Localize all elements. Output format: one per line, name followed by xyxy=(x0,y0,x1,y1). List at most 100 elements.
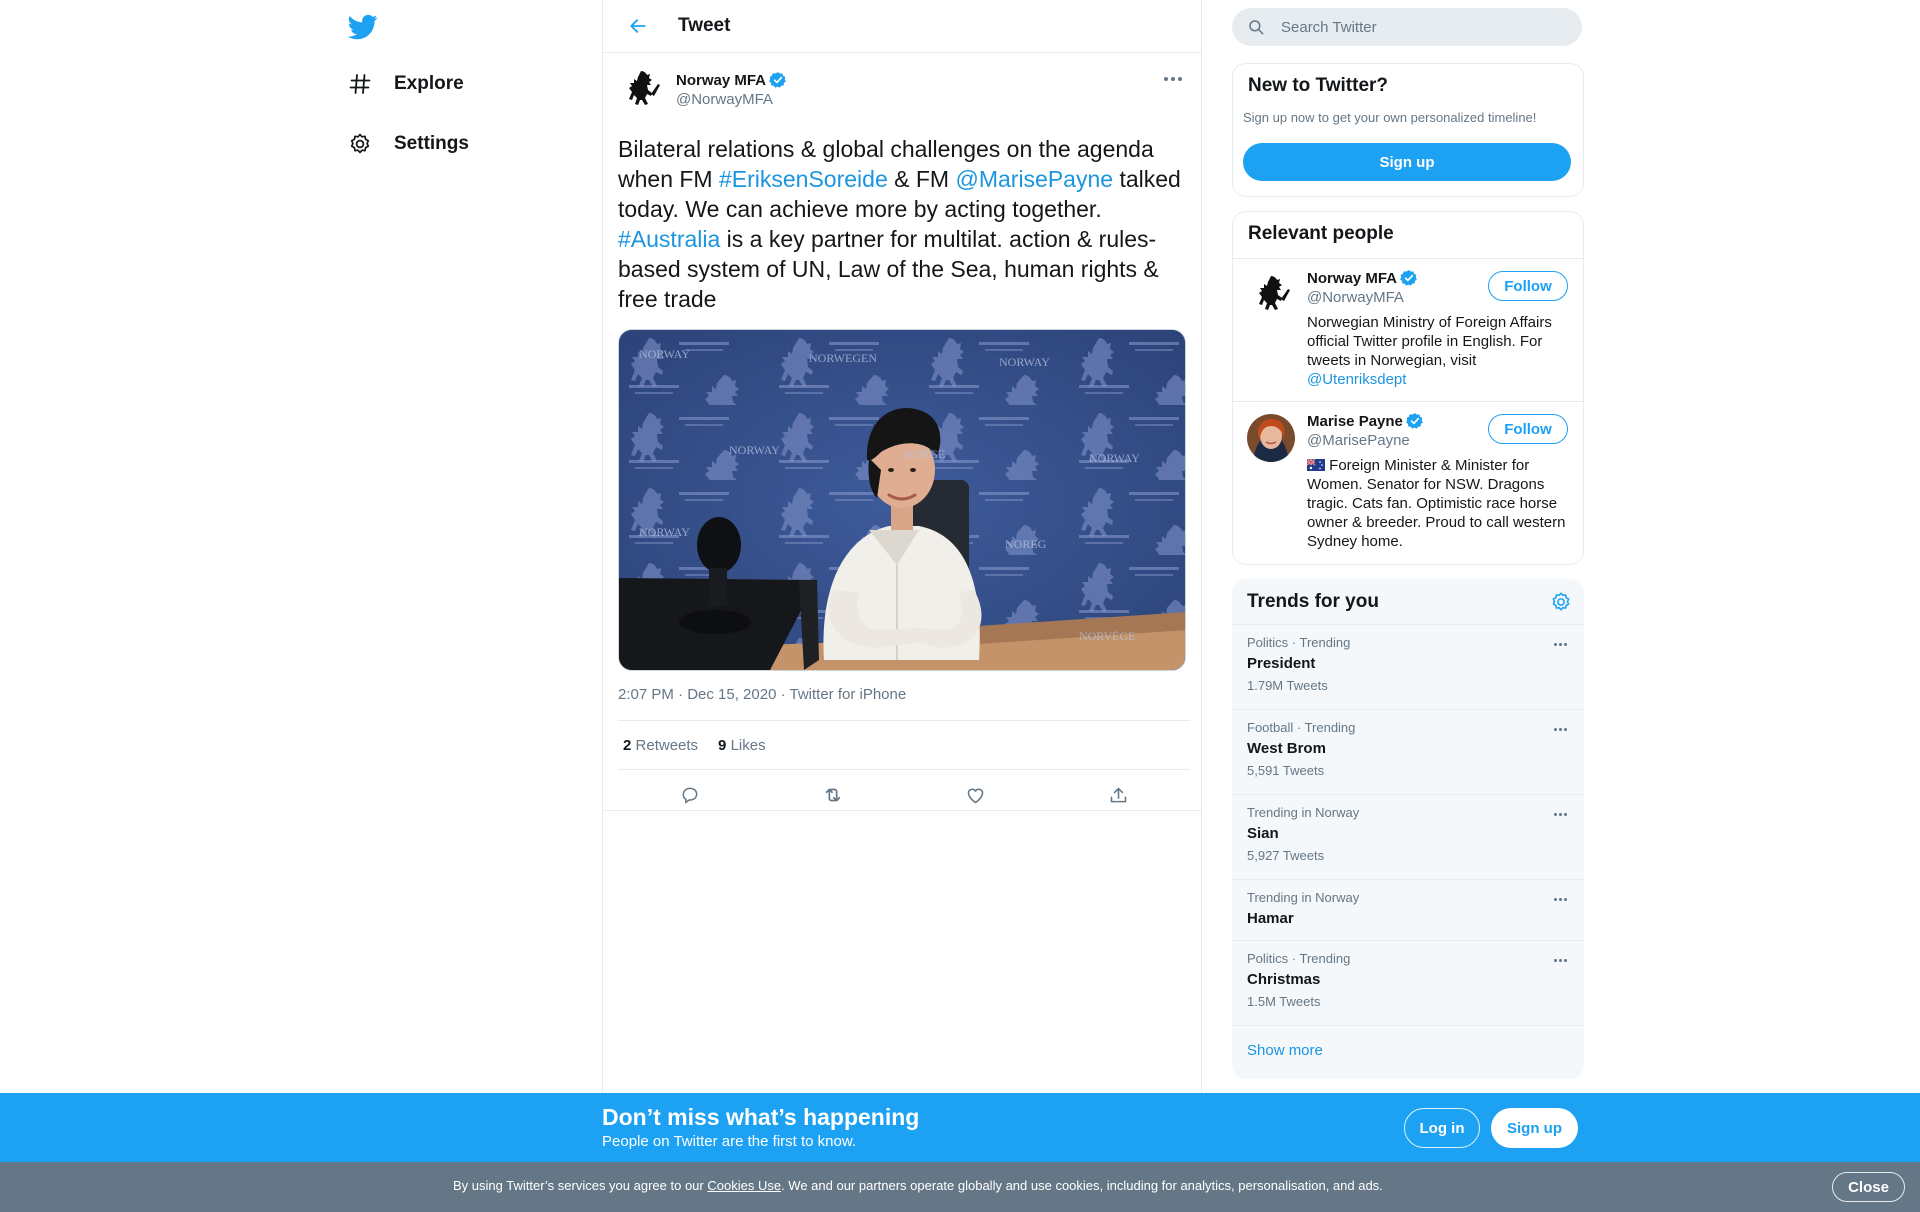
twitter-logo-icon[interactable] xyxy=(347,12,378,42)
gear-icon[interactable] xyxy=(1550,591,1572,613)
nav-settings-label: Settings xyxy=(394,133,469,154)
share-icon[interactable] xyxy=(1047,785,1190,806)
retweet-icon[interactable] xyxy=(761,784,904,806)
like-heart-icon[interactable] xyxy=(904,785,1047,806)
tweet-header: Tweet xyxy=(603,0,1201,53)
verified-badge-icon xyxy=(769,72,786,88)
nav-explore[interactable]: Explore xyxy=(346,64,464,104)
more-options-icon[interactable] xyxy=(1551,724,1569,734)
tweet-author-name[interactable]: Norway MFA xyxy=(676,72,766,89)
person-bio: Foreign Minister & Minister for Women. S… xyxy=(1306,456,1571,551)
retweets-count: 2 xyxy=(623,736,632,754)
trends-card: Trends for you Politics · Trending Presi… xyxy=(1232,579,1584,1079)
relevant-people-card: Relevant people Norway MFA @NorwayMFA No… xyxy=(1232,211,1584,565)
trend-name: Sian xyxy=(1247,825,1279,842)
person-card[interactable]: Marise Payne @MarisePayne Foreign Minist… xyxy=(1233,402,1583,561)
person-bio-text: Norwegian Ministry of Foreign Affairs of… xyxy=(1307,314,1552,369)
cookie-text: By using Twitter’s services you agree to… xyxy=(453,1178,1383,1193)
likes-label: Likes xyxy=(730,736,766,754)
person-bio: Norwegian Ministry of Foreign Affairs of… xyxy=(1307,313,1571,389)
hashtag-link[interactable]: #Australia xyxy=(618,226,720,252)
more-options-icon[interactable] xyxy=(1551,639,1569,649)
gear-icon xyxy=(346,130,374,158)
new-to-twitter-card: New to Twitter? Sign up now to get your … xyxy=(1232,63,1584,197)
trends-title: Trends for you xyxy=(1247,591,1379,612)
svg-text:NOREG: NOREG xyxy=(1005,537,1047,551)
likes-stat[interactable]: 9 Likes xyxy=(718,737,766,754)
australia-flag-icon xyxy=(1306,458,1325,471)
norway-lion-avatar[interactable] xyxy=(618,67,664,113)
tweet-photo-illustration: NORWAY NORWEGEN NORWAY NORWAY NORGE NORW… xyxy=(619,330,1185,670)
cookie-text-before: By using Twitter’s services you agree to… xyxy=(453,1178,708,1193)
search-bar[interactable] xyxy=(1232,8,1582,46)
retweets-stat[interactable]: 2 Retweets xyxy=(623,737,698,754)
hashtag-link[interactable]: #EriksenSoreide xyxy=(719,166,888,192)
close-button[interactable]: Close xyxy=(1832,1172,1905,1202)
login-button[interactable]: Log in xyxy=(1404,1108,1480,1148)
tweet-text: Bilateral relations & global challenges … xyxy=(618,134,1193,314)
signup-button[interactable]: Sign up xyxy=(1243,143,1571,181)
person-name[interactable]: Norway MFA xyxy=(1307,270,1397,287)
nav-settings[interactable]: Settings xyxy=(346,124,469,164)
more-options-icon[interactable] xyxy=(1551,894,1569,904)
tweet-time[interactable]: 2:07 PM · Dec 15, 2020 · xyxy=(618,686,789,703)
trend-name: Christmas xyxy=(1247,971,1321,988)
banner-title: Don’t miss what’s happening xyxy=(602,1104,920,1130)
mention-link[interactable]: @MarisePayne xyxy=(955,166,1113,192)
svg-text:NORWEGEN: NORWEGEN xyxy=(809,351,877,365)
trend-item[interactable]: Politics · Trending Christmas 1.5M Tweet… xyxy=(1232,941,1584,1026)
trend-context: Trending in Norway xyxy=(1247,805,1360,820)
nav-explore-label: Explore xyxy=(394,73,464,94)
cookie-text-after: . We and our partners operate globally a… xyxy=(781,1178,1383,1193)
trend-context: Trending in Norway xyxy=(1247,890,1360,905)
cookies-use-link[interactable]: Cookies Use xyxy=(707,1178,781,1193)
reply-icon[interactable] xyxy=(618,785,761,805)
back-arrow-icon[interactable] xyxy=(623,11,653,41)
tweet-author-handle[interactable]: @NorwayMFA xyxy=(676,91,787,108)
banner-subtitle: People on Twitter are the first to know. xyxy=(602,1133,857,1150)
tweet-actions xyxy=(618,770,1190,820)
svg-text:NORWAY: NORWAY xyxy=(639,525,690,539)
likes-count: 9 xyxy=(718,736,727,754)
more-options-icon[interactable] xyxy=(1551,955,1569,965)
trend-count: 5,927 Tweets xyxy=(1247,848,1325,863)
trend-item[interactable]: Trending in Norway Sian 5,927 Tweets xyxy=(1232,795,1584,880)
main-column: Tweet Norway MFA @NorwayMFA Bilateral re… xyxy=(602,0,1202,1212)
trend-count: 5,591 Tweets xyxy=(1247,763,1325,778)
show-more-link[interactable]: Show more xyxy=(1232,1026,1584,1075)
svg-text:NORVÈGE: NORVÈGE xyxy=(1079,629,1135,643)
follow-button[interactable]: Follow xyxy=(1488,414,1568,444)
more-options-icon[interactable] xyxy=(1161,71,1185,87)
cookie-notice: By using Twitter’s services you agree to… xyxy=(0,1162,1920,1212)
trend-name: Hamar xyxy=(1247,910,1294,927)
person-card[interactable]: Norway MFA @NorwayMFA Norwegian Ministry… xyxy=(1233,259,1583,402)
tweet-text-part: & FM xyxy=(887,166,956,192)
trend-item[interactable]: Politics · Trending President 1.79M Twee… xyxy=(1232,625,1584,710)
trend-item[interactable]: Football · Trending West Brom 5,591 Twee… xyxy=(1232,710,1584,795)
signup-banner: Don’t miss what’s happening People on Tw… xyxy=(0,1093,1920,1162)
mention-link[interactable]: @Utenriksdept xyxy=(1307,371,1406,388)
banner-signup-button[interactable]: Sign up xyxy=(1491,1108,1578,1148)
retweets-label: Retweets xyxy=(635,736,699,754)
tweet-source[interactable]: Twitter for iPhone xyxy=(789,686,906,703)
svg-text:NORWAY: NORWAY xyxy=(999,355,1050,369)
trend-name: President xyxy=(1247,655,1316,672)
search-icon xyxy=(1249,20,1264,35)
follow-button[interactable]: Follow xyxy=(1488,271,1568,301)
tweet-stats: 2 Retweets 9 Likes xyxy=(618,720,1190,770)
trend-item[interactable]: Trending in Norway Hamar xyxy=(1232,880,1584,941)
svg-text:NORWAY: NORWAY xyxy=(639,347,690,361)
trend-context: Politics · Trending xyxy=(1247,635,1351,650)
norway-lion-avatar[interactable] xyxy=(1247,271,1295,319)
tweet-photo[interactable]: NORWAY NORWEGEN NORWAY NORWAY NORGE NORW… xyxy=(618,329,1186,671)
hashtag-icon xyxy=(346,70,374,98)
person-avatar[interactable] xyxy=(1247,414,1295,462)
person-name[interactable]: Marise Payne xyxy=(1307,413,1403,430)
more-options-icon[interactable] xyxy=(1551,809,1569,819)
tweet-author: Norway MFA @NorwayMFA xyxy=(618,67,1187,115)
search-input[interactable] xyxy=(1281,18,1561,36)
divider xyxy=(603,810,1201,811)
person-bio-text: Foreign Minister & Minister for Women. S… xyxy=(1307,457,1566,550)
svg-text:NORWAY: NORWAY xyxy=(729,443,780,457)
trend-context: Politics · Trending xyxy=(1247,951,1351,966)
